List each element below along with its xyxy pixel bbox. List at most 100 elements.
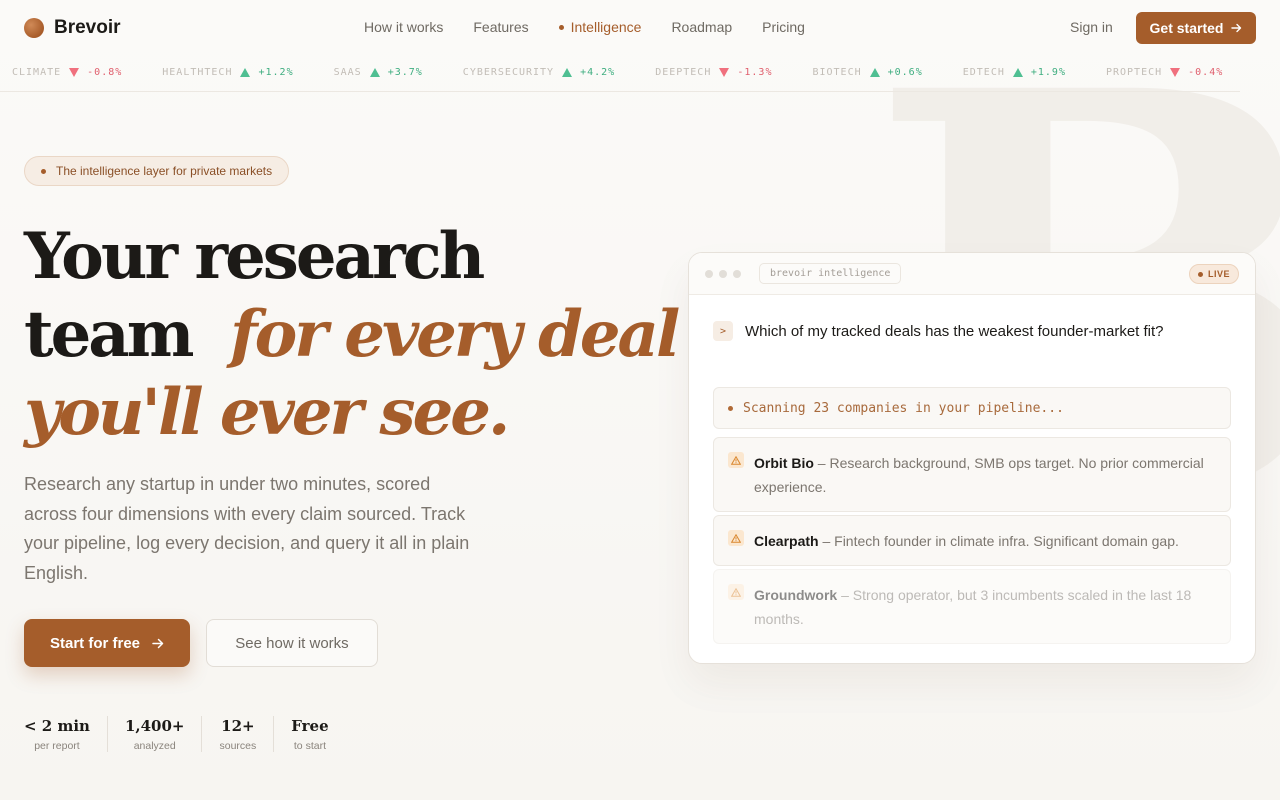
- ticker-change: +4.2%: [580, 67, 616, 78]
- live-badge: LIVE: [1188, 264, 1239, 284]
- trend-up-icon: [869, 68, 880, 77]
- warning-icon: [728, 452, 744, 468]
- nav-link-intelligence[interactable]: Intelligence: [558, 19, 642, 35]
- nav-link-how-it-works[interactable]: How it works: [364, 19, 443, 35]
- trend-down-icon: [69, 68, 80, 77]
- ticker-item: DEEPTECH -1.3%: [655, 67, 772, 78]
- nav-link-label: Features: [473, 19, 529, 35]
- nav-link-features[interactable]: Features: [473, 19, 528, 35]
- ticker-change: -1.3%: [737, 67, 773, 78]
- result-name: Groundwork: [754, 587, 838, 603]
- start-for-free-label: Start for free: [49, 634, 141, 652]
- ticker-item: CYBERSECURITY +4.2%: [463, 67, 615, 78]
- ticker-track: CLIMATE -0.8% HEALTHTECH +1.2% SAAS +3.7% CYBE…: [12, 67, 1240, 78]
- query-text: Which of my tracked deals has the weakes…: [745, 322, 1164, 340]
- result-text: – Research background, SMB ops target. N…: [754, 455, 1204, 495]
- trend-down-icon: [719, 68, 730, 77]
- sector-ticker: CLIMATE -0.8% HEALTHTECH +1.2% SAAS +3.7% CYBE…: [0, 60, 1240, 92]
- result-item-groundwork: Groundwork – Strong operator, but 3 incu…: [713, 569, 1231, 644]
- live-dot-icon: [1197, 271, 1203, 277]
- ticker-sector-name: EDTECH: [962, 67, 1005, 78]
- hero-description: Research any startup in under two minute…: [24, 474, 470, 583]
- logo[interactable]: Brevoir: [24, 17, 121, 39]
- trend-up-icon: [369, 68, 380, 77]
- result-item-clearpath: Clearpath – Fintech founder in climate i…: [713, 515, 1231, 566]
- ticker-change: +1.2%: [258, 67, 294, 78]
- tagline-text: The intelligence layer for private marke…: [56, 164, 273, 178]
- see-how-it-works-button[interactable]: See how it works: [206, 619, 378, 667]
- result-name: Clearpath: [754, 533, 819, 549]
- sign-in-link[interactable]: Sign in: [1070, 19, 1113, 35]
- stat-value: Free: [291, 717, 329, 735]
- nav-links: How it works Features Intelligence Roadm…: [364, 19, 835, 35]
- scan-dot-icon: [728, 405, 733, 411]
- hero-headline: Your research team for every deal you'll…: [24, 218, 680, 452]
- tagline-pill: The intelligence layer for private marke…: [24, 156, 290, 186]
- top-nav: Brevoir How it works Features Intelligen…: [0, 0, 1280, 56]
- stat-item: Free to start: [273, 716, 345, 752]
- ticker-sector-name: SAAS: [333, 67, 362, 78]
- ticker-sector-name: BIOTECH: [812, 67, 862, 78]
- logo-text: Brevoir: [54, 17, 121, 38]
- window-dot-icon: [719, 270, 727, 278]
- stat-item: 1,400+ analyzed: [106, 716, 202, 752]
- nav-link-label: Intelligence: [570, 19, 642, 35]
- stats-row: < 2 min per report 1,400+ analyzed 12+ sour…: [24, 716, 346, 752]
- scanning-status: Scanning 23 companies in your pipeline..…: [713, 387, 1231, 429]
- headline-team: team: [24, 297, 194, 372]
- stat-label: sources: [219, 740, 257, 752]
- ticker-sector-name: HEALTHTECH: [162, 67, 233, 78]
- query-row: > Which of my tracked deals has the weak…: [713, 321, 1164, 341]
- ticker-item: HEALTHTECH +1.2%: [162, 67, 293, 78]
- trend-down-icon: [1170, 68, 1181, 77]
- scanning-text: Scanning 23 companies in your pipeline..…: [743, 400, 1064, 416]
- headline-line-2: team for every deal: [24, 296, 680, 374]
- trend-up-icon: [240, 68, 251, 77]
- headline-accent-1: for every deal: [230, 297, 680, 372]
- nav-link-label: How it works: [364, 19, 444, 35]
- nav-link-roadmap[interactable]: Roadmap: [671, 19, 732, 35]
- card-title-bar: brevoir intelligence LIVE: [689, 253, 1255, 295]
- arrow-right-icon: [152, 638, 164, 648]
- nav-link-label: Roadmap: [671, 19, 733, 35]
- arrow-right-icon: [1231, 23, 1242, 33]
- stat-label: to start: [293, 740, 326, 752]
- ticker-change: +3.7%: [387, 67, 423, 78]
- window-dots: [705, 270, 741, 278]
- ticker-item: EDTECH +1.9%: [963, 67, 1066, 78]
- stat-value: 1,400+: [124, 717, 185, 735]
- trend-up-icon: [562, 68, 573, 77]
- ticker-item: BIOTECH +0.6%: [812, 67, 922, 78]
- stat-label: per report: [34, 740, 80, 752]
- start-for-free-button[interactable]: Start for free: [24, 619, 190, 667]
- ticker-sector-name: DEEPTECH: [655, 67, 712, 78]
- ticker-change: -0.8%: [87, 67, 123, 78]
- ticker-sector-name: PROPTECH: [1105, 67, 1163, 78]
- result-text: – Fintech founder in climate infra. Sign…: [818, 533, 1179, 549]
- live-label: LIVE: [1207, 269, 1230, 279]
- url-chip: brevoir intelligence: [759, 263, 902, 284]
- ticker-sector-name: CLIMATE: [12, 67, 62, 78]
- stat-label: analyzed: [133, 740, 176, 752]
- headline-line-3: you'll ever see.: [24, 375, 510, 450]
- window-dot-icon: [705, 270, 713, 278]
- result-item-orbit-bio: Orbit Bio – Research background, SMB ops…: [713, 437, 1231, 512]
- ticker-item: SAAS +3.7%: [334, 67, 423, 78]
- ticker-sector-name: CYBERSECURITY: [462, 67, 555, 78]
- nav-link-pricing[interactable]: Pricing: [762, 19, 805, 35]
- stat-item: < 2 min per report: [24, 716, 107, 752]
- pill-dot-icon: [41, 168, 46, 174]
- trend-up-icon: [1012, 68, 1023, 77]
- ticker-change: -0.4%: [1188, 67, 1224, 78]
- logo-mark-icon: [24, 18, 44, 38]
- nav-link-label: Pricing: [762, 19, 805, 35]
- headline-line-1: Your research: [24, 219, 485, 294]
- prompt-icon: >: [713, 321, 733, 341]
- warning-icon: [728, 530, 744, 546]
- get-started-label: Get started: [1149, 20, 1224, 36]
- stat-item: 12+ sources: [201, 716, 273, 752]
- ticker-change: +1.9%: [1030, 67, 1066, 78]
- stat-value: < 2 min: [24, 717, 90, 735]
- get-started-button[interactable]: Get started: [1136, 12, 1256, 44]
- ticker-item: PROPTECH -0.4%: [1106, 67, 1223, 78]
